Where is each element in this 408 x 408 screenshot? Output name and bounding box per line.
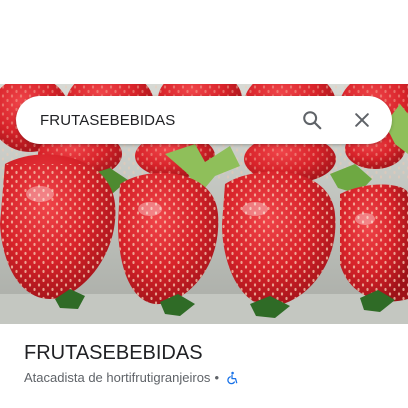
search-button[interactable] <box>296 104 328 136</box>
search-icon <box>303 111 322 130</box>
close-button[interactable] <box>346 104 378 136</box>
search-bar[interactable]: FRUTASEBEBIDAS <box>16 96 392 144</box>
maps-place-view: FRUTASEBEBIDAS FRUTASEBEBIDAS Atacadista… <box>0 0 408 408</box>
search-input[interactable]: FRUTASEBEBIDAS <box>40 112 296 129</box>
close-icon <box>355 113 369 127</box>
place-details: Atacadista de hortifrutigranjeiros • <box>24 370 239 385</box>
wheelchair-accessible-icon <box>225 371 239 385</box>
place-category: Atacadista de hortifrutigranjeiros <box>24 370 211 385</box>
place-name[interactable]: FRUTASEBEBIDAS <box>24 342 203 365</box>
separator: • <box>214 370 219 385</box>
